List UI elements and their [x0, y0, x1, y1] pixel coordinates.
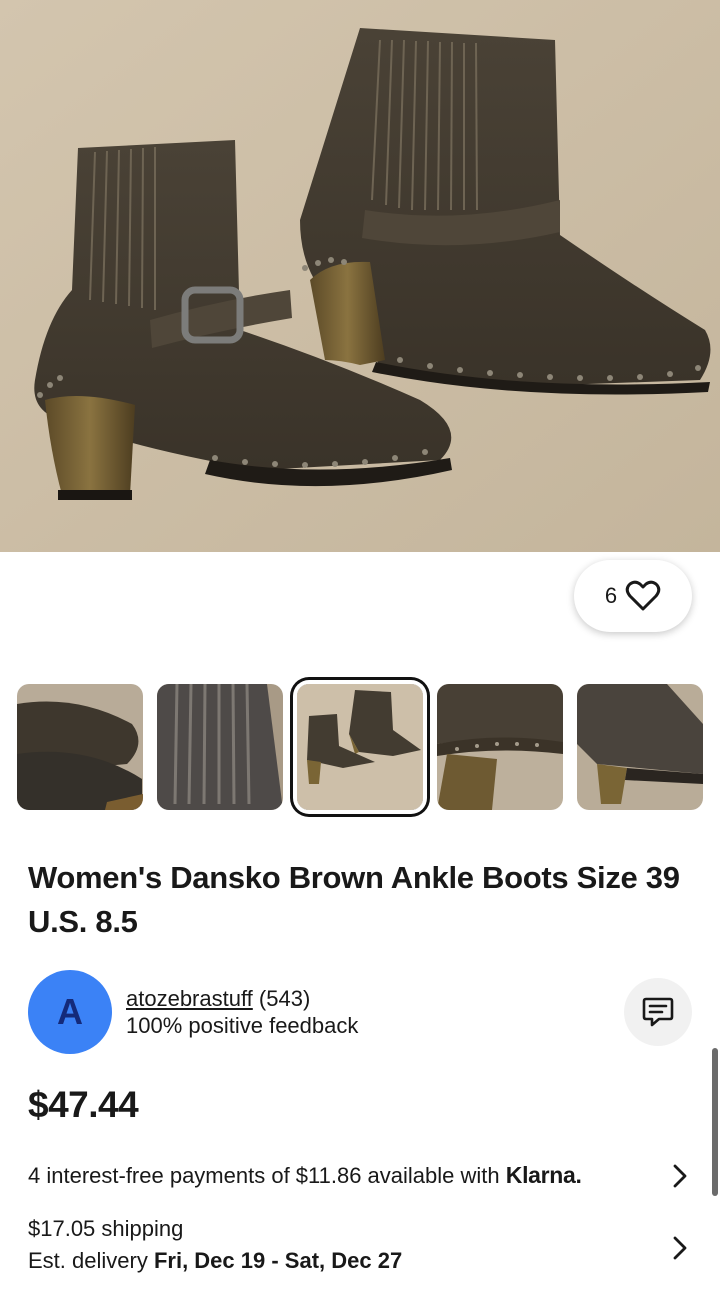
installment-text: 4 interest-free payments of $11.86 avail… — [28, 1163, 500, 1188]
heart-icon — [625, 580, 661, 611]
thumbnail-image — [157, 684, 283, 810]
listing-title: Women's Dansko Brown Ankle Boots Size 39… — [28, 860, 680, 939]
boots-photo — [0, 0, 720, 552]
product-main-image[interactable] — [0, 0, 720, 552]
thumbnail-image — [297, 684, 423, 810]
thumbnail-1[interactable] — [17, 684, 143, 810]
klarna-text: 4 interest-free payments of $11.86 avail… — [28, 1162, 582, 1189]
seller-feedback-score: (543) — [258, 986, 311, 1011]
thumbnail-5[interactable] — [577, 684, 703, 810]
thumbnail-image — [17, 684, 143, 810]
thumbnail-3-selected[interactable] — [297, 684, 423, 810]
chevron-right-icon — [673, 1236, 687, 1260]
item-price: $47.44 — [28, 1084, 139, 1125]
thumbnail-strip — [0, 676, 720, 818]
delivery-label: Est. delivery — [28, 1248, 148, 1273]
seller-avatar[interactable]: A — [28, 970, 112, 1054]
seller-feedback-percent: 100% positive feedback — [126, 1013, 359, 1038]
shipping-row[interactable]: $17.05 shipping Est. delivery Fri, Dec 1… — [28, 1214, 692, 1278]
watchlist-button[interactable]: 6 — [574, 560, 692, 632]
klarna-payments-row[interactable]: 4 interest-free payments of $11.86 avail… — [28, 1156, 692, 1196]
thumbnail-2[interactable] — [157, 684, 283, 810]
klarna-logo: Klarna. — [505, 1162, 582, 1188]
chevron-right-icon — [673, 1164, 687, 1188]
thumbnail-image — [437, 684, 563, 810]
seller-name-line: atozebrastuff (543) — [126, 986, 310, 1012]
delivery-dates: Fri, Dec 19 - Sat, Dec 27 — [153, 1248, 403, 1273]
shipping-cost: $17.05 shipping — [28, 1216, 184, 1241]
seller-username-link[interactable]: atozebrastuff — [126, 986, 253, 1011]
message-icon — [642, 997, 674, 1027]
seller-card: A atozebrastuff (543) 100% positive feed… — [28, 970, 692, 1054]
estimated-delivery: Est. delivery Fri, Dec 19 - Sat, Dec 27 — [28, 1248, 402, 1274]
scrollbar[interactable] — [712, 1048, 718, 1196]
watch-count: 6 — [604, 583, 618, 608]
thumbnail-image — [577, 684, 703, 810]
thumbnail-4[interactable] — [437, 684, 563, 810]
contact-seller-button[interactable] — [624, 978, 692, 1046]
